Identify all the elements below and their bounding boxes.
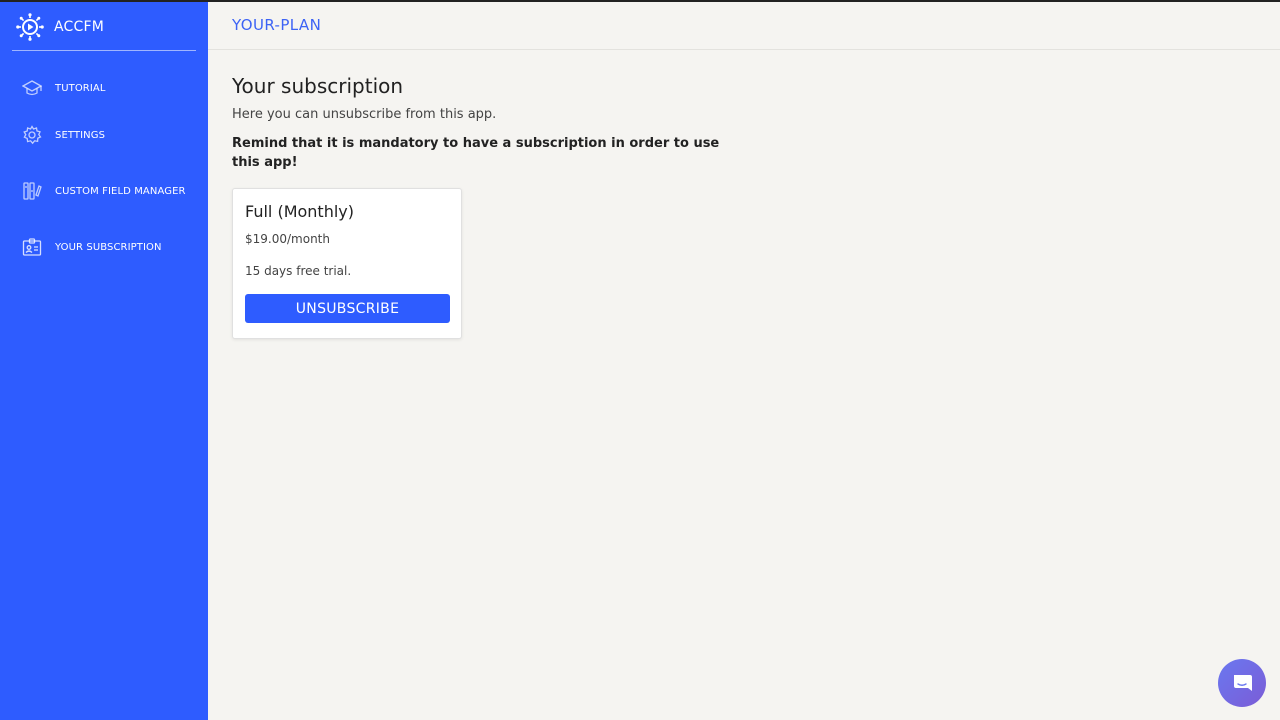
sidebar-item-settings[interactable]: SETTINGS [22,125,105,145]
main-content: Your subscription Here you can unsubscri… [232,74,732,172]
field-manager-icon [23,182,42,200]
app-logo-icon [16,13,44,41]
sidebar-item-label: CUSTOM FIELD MANAGER [55,185,186,197]
page-header-title: YOUR-PLAN [232,16,322,34]
graduation-cap-icon [22,80,42,96]
id-card-icon [22,238,42,256]
chat-launcher-button[interactable] [1218,659,1266,707]
window-top-border [0,0,1280,2]
sidebar-item-label: SETTINGS [55,129,106,141]
sidebar-item-your-subscription[interactable]: YOUR SUBSCRIPTION [22,237,162,257]
page-title: Your subscription [232,74,404,98]
top-bar: YOUR-PLAN [208,2,1280,50]
subscription-reminder: Remind that it is mandatory to have a su… [232,136,720,170]
app-name: ACCFM [54,19,105,35]
brand-divider [12,50,196,51]
plan-price: $19.00/month [245,232,330,246]
sidebar-item-label: YOUR SUBSCRIPTION [55,241,162,253]
page-subtitle: Here you can unsubscribe from this app. [232,107,497,122]
sidebar-item-tutorial[interactable]: TUTORIAL [22,78,106,98]
gear-icon [23,125,42,145]
unsubscribe-button[interactable]: UNSUBSCRIBE [245,294,450,323]
sidebar: ACCFM TUTORIAL SETTINGS CUSTOM FIELD MAN… [0,0,208,720]
plan-name: Full (Monthly) [245,202,354,221]
plan-trial: 15 days free trial. [245,264,352,278]
plan-card: Full (Monthly) $19.00/month 15 days free… [232,188,462,339]
app-brand[interactable]: ACCFM [16,12,104,42]
chat-bubble-icon [1234,675,1252,691]
sidebar-item-label: TUTORIAL [55,82,106,94]
sidebar-item-custom-field-manager[interactable]: CUSTOM FIELD MANAGER [22,181,186,201]
